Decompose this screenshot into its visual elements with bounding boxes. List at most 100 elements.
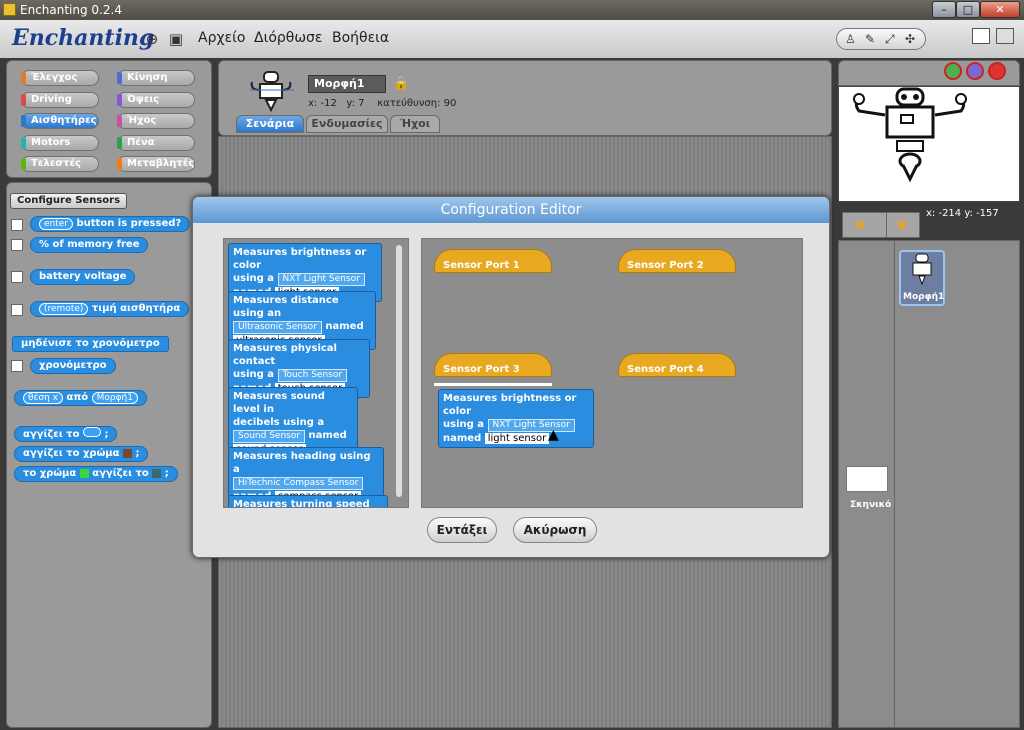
run-icon[interactable] bbox=[966, 62, 984, 80]
mouse-cursor-icon: ▲ bbox=[548, 427, 559, 443]
mode-buttons: ♙ ✎ ⤢ ✣ bbox=[836, 28, 926, 50]
category-control[interactable]: Έλεγχος bbox=[21, 70, 99, 86]
paint-sprite-icon[interactable]: ★ bbox=[853, 215, 867, 234]
reset-timer-block[interactable]: μηδένισε το χρονόμετρο bbox=[12, 336, 169, 352]
stage-coords: x: -214 y: -157 bbox=[926, 208, 999, 219]
attribute-dropdown[interactable]: θέση x bbox=[23, 392, 63, 404]
sensor-type-dropdown[interactable]: NXT Light Sensor bbox=[277, 273, 365, 286]
drop-indicator bbox=[434, 383, 552, 386]
green-flag-icon[interactable] bbox=[944, 62, 962, 80]
layout-normal-icon[interactable] bbox=[972, 28, 990, 44]
remote-dropdown[interactable]: (remote) bbox=[39, 303, 89, 315]
save-icon[interactable]: ▣ bbox=[168, 31, 184, 47]
stop-icon[interactable] bbox=[988, 62, 1006, 80]
attribute-of-block[interactable]: θέση x από Μορφή1 bbox=[14, 390, 147, 406]
sensor-port-3-hat[interactable]: Sensor Port 3 bbox=[434, 353, 552, 377]
category-motors[interactable]: Motors bbox=[21, 135, 99, 151]
wrench-icon[interactable]: ✎ bbox=[865, 32, 875, 46]
tab-scripts[interactable]: Σενάρια bbox=[236, 115, 304, 133]
color-swatch[interactable] bbox=[79, 468, 89, 478]
ok-button[interactable]: Εντάξει bbox=[427, 517, 497, 543]
choose-sprite-button[interactable]: ★ bbox=[886, 212, 920, 238]
category-variables[interactable]: Μεταβλητές bbox=[117, 156, 195, 172]
touching-dropdown[interactable] bbox=[82, 427, 101, 437]
memory-free-block[interactable]: % of memory free bbox=[30, 237, 149, 253]
window-title-bar: Enchanting 0.2.4 – □ ✕ bbox=[0, 0, 1024, 20]
category-sensing[interactable]: Αισθητήρες bbox=[21, 113, 99, 129]
minimize-button[interactable]: – bbox=[932, 1, 956, 18]
sprite-thumb-label: Μορφή1 bbox=[903, 292, 945, 302]
configure-sensors-button[interactable]: Configure Sensors bbox=[10, 193, 128, 209]
maximize-button[interactable]: □ bbox=[956, 1, 980, 18]
checkbox[interactable] bbox=[11, 239, 23, 251]
stage-thumbnail[interactable] bbox=[846, 466, 888, 492]
tab-costumes[interactable]: Ενδυμασίες bbox=[306, 115, 388, 133]
touching-block[interactable]: αγγίζει το ; bbox=[14, 426, 118, 442]
category-panel: Έλεγχος Κίνηση Driving Όψεις Αισθητήρες … bbox=[6, 60, 212, 178]
category-pen[interactable]: Πένα bbox=[117, 135, 195, 151]
lock-icon[interactable]: 🔒 bbox=[393, 76, 409, 91]
star-icon: ★ bbox=[895, 215, 910, 234]
window-title: Enchanting 0.2.4 bbox=[20, 3, 122, 17]
divider bbox=[894, 240, 895, 728]
enter-dropdown[interactable]: enter bbox=[39, 218, 74, 230]
sensor-ports-area[interactable]: Sensor Port 1 Sensor Port 2 Sensor Port … bbox=[421, 238, 803, 508]
stage-thumb-label: Σκηνικό bbox=[850, 500, 892, 510]
battery-voltage-block[interactable]: battery voltage bbox=[30, 269, 136, 285]
checkbox[interactable] bbox=[11, 271, 23, 283]
configuration-editor-dialog: Configuration Editor Measures brightness… bbox=[192, 196, 830, 558]
dialog-title: Configuration Editor bbox=[193, 197, 829, 223]
menu-help[interactable]: Βοήθεια bbox=[332, 30, 389, 46]
sensor-port-1-hat[interactable]: Sensor Port 1 bbox=[434, 249, 552, 273]
color-swatch[interactable] bbox=[123, 448, 132, 458]
menu-file[interactable]: Αρχείο bbox=[198, 30, 245, 46]
category-looks[interactable]: Όψεις bbox=[117, 92, 195, 108]
sensor-name-field[interactable]: light sensor bbox=[484, 433, 550, 444]
sprite-thumbnail bbox=[250, 71, 294, 112]
color-touching-color-block[interactable]: το χρώμα αγγίζει το ; bbox=[14, 466, 178, 482]
sprite-thumb-selected[interactable]: Μορφή1 bbox=[899, 250, 945, 306]
scrollbar[interactable] bbox=[396, 245, 402, 497]
checkbox[interactable] bbox=[11, 219, 23, 231]
tab-sounds[interactable]: Ήχοι bbox=[390, 115, 440, 133]
sensor-port-2-hat[interactable]: Sensor Port 2 bbox=[618, 249, 736, 273]
grow-icon[interactable]: ⤢ bbox=[885, 32, 895, 47]
app-icon bbox=[3, 3, 16, 16]
stage[interactable] bbox=[838, 86, 1020, 202]
cancel-button[interactable]: Ακύρωση bbox=[513, 517, 597, 543]
sprite-coords: x: -12 y: 7 κατεύθυνση: 90 bbox=[308, 98, 457, 109]
sensor-value-block[interactable]: (remote) τιμή αισθητήρα bbox=[30, 301, 190, 317]
timer-block[interactable]: χρονόμετρο bbox=[30, 358, 116, 374]
attached-light-sensor-block[interactable]: Measures brightness or color using a NXT… bbox=[438, 389, 594, 448]
category-sound[interactable]: Ήχος bbox=[117, 113, 195, 129]
globe-icon[interactable]: ⊕ bbox=[144, 31, 160, 47]
sensor-type-dropdown[interactable]: Ultrasonic Sensor bbox=[233, 321, 322, 334]
color-swatch[interactable] bbox=[152, 468, 162, 478]
checkbox[interactable] bbox=[11, 304, 23, 316]
sprite-dropdown[interactable]: Μορφή1 bbox=[91, 392, 138, 404]
robot-sprite bbox=[853, 87, 967, 183]
sensor-type-dropdown[interactable]: Sound Sensor bbox=[233, 430, 306, 443]
close-button[interactable]: ✕ bbox=[980, 1, 1020, 18]
button-pressed-block[interactable]: enter button is pressed? bbox=[30, 216, 191, 232]
sensor-port-4-hat[interactable]: Sensor Port 4 bbox=[618, 353, 736, 377]
category-driving[interactable]: Driving bbox=[21, 92, 99, 108]
robot-icon bbox=[912, 253, 932, 286]
gyro-sensor-block[interactable]: Measures turning speed using bbox=[228, 495, 388, 507]
sprite-name-field[interactable]: Μορφή1 bbox=[308, 75, 386, 93]
new-sprite-tools: ★ bbox=[842, 212, 892, 238]
category-motion[interactable]: Κίνηση bbox=[117, 70, 195, 86]
sensor-blocks-list[interactable]: Measures brightness or color using a NXT… bbox=[223, 238, 409, 508]
sensor-type-dropdown[interactable]: NXT Light Sensor bbox=[487, 419, 575, 432]
menu-edit[interactable]: Διόρθωσε bbox=[254, 30, 323, 46]
category-operators[interactable]: Τελεστές bbox=[21, 156, 99, 172]
logo: Enchanting bbox=[12, 25, 155, 51]
sensor-type-dropdown[interactable]: HiTechnic Compass Sensor bbox=[233, 477, 364, 490]
menu-bar: Enchanting ⊕ ▣ Αρχείο Διόρθωσε Βοήθεια ♙… bbox=[0, 20, 1024, 58]
shrink-icon[interactable]: ✣ bbox=[905, 32, 915, 46]
sensor-type-dropdown[interactable]: Touch Sensor bbox=[277, 369, 348, 382]
layout-small-icon[interactable] bbox=[996, 28, 1014, 44]
checkbox[interactable] bbox=[11, 360, 23, 372]
touching-color-block[interactable]: αγγίζει το χρώμα ; bbox=[14, 446, 149, 462]
person-icon[interactable]: ♙ bbox=[845, 32, 856, 46]
